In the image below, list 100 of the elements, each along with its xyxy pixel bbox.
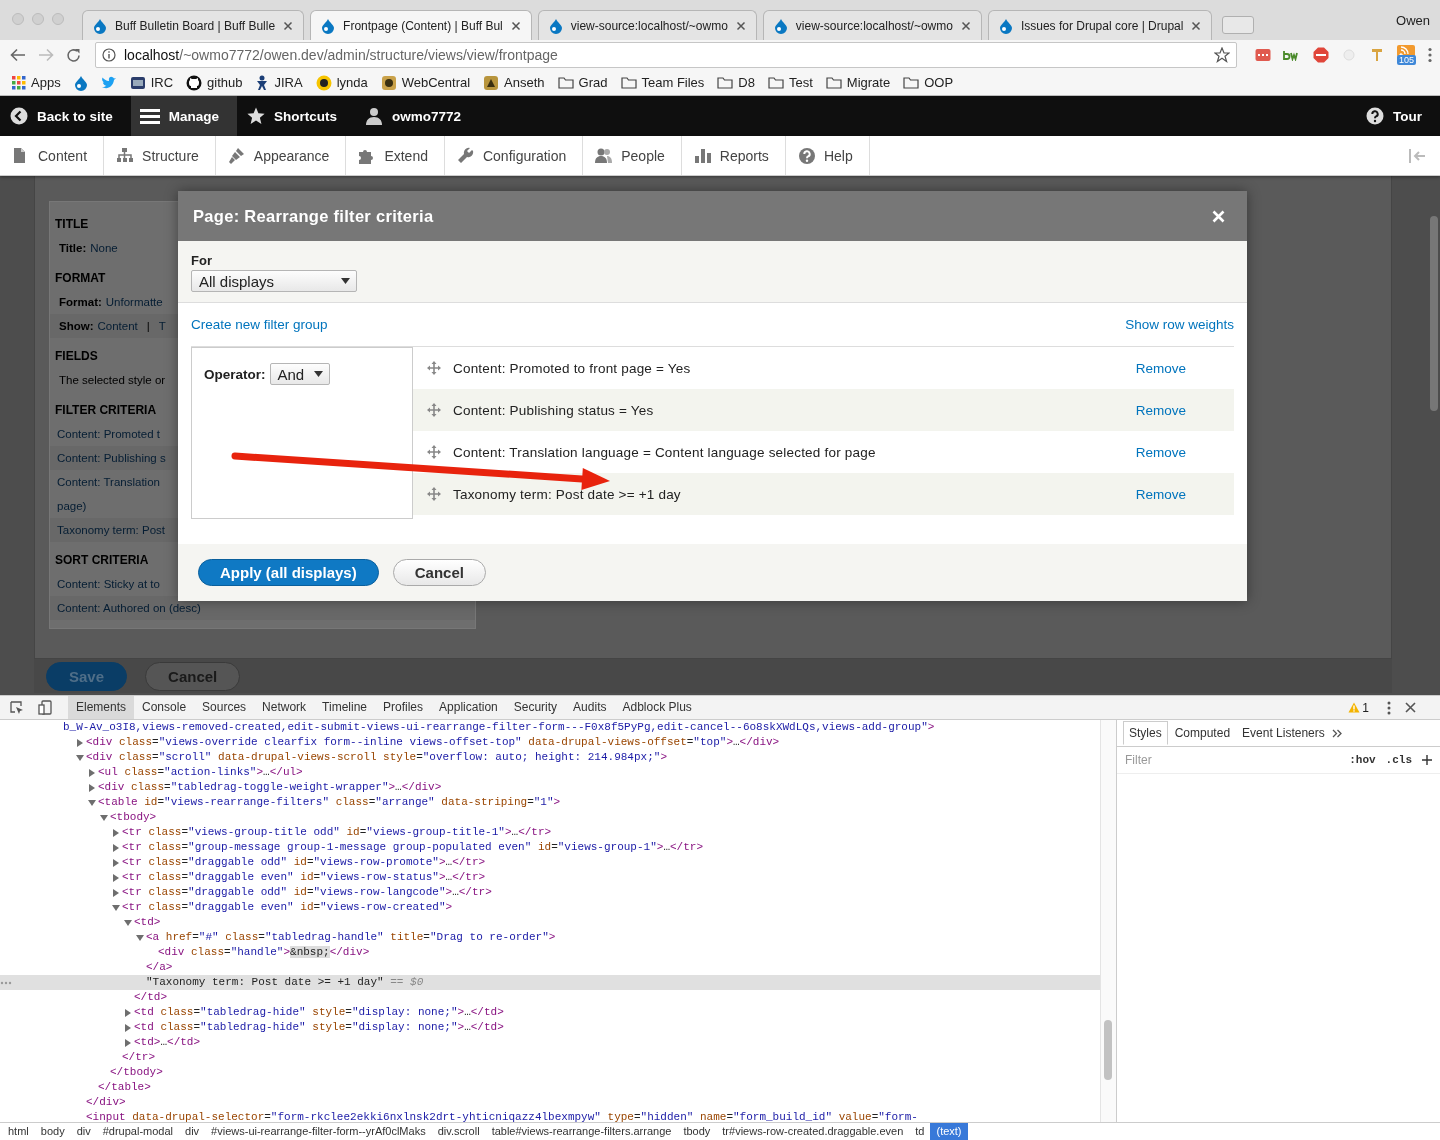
bookmark-link[interactable]: Anseth [504, 75, 545, 90]
breadcrumb-item[interactable]: td [909, 1123, 931, 1140]
dom-node-row[interactable]: <td class="tabledrag-hide" style="display: none;">…</td> [0, 1005, 1100, 1020]
menu-link[interactable]: Content [0, 136, 105, 175]
folder-icon[interactable] [557, 76, 574, 89]
browser-tab[interactable]: view-source:localhost/~owmo [537, 10, 757, 40]
dom-node-row[interactable]: </div> [0, 1095, 1100, 1110]
close-icon[interactable] [1191, 20, 1202, 31]
close-icon[interactable] [510, 20, 521, 31]
cancel-button[interactable]: Cancel [392, 559, 486, 586]
device-icon[interactable] [38, 700, 54, 715]
panel-tab[interactable]: Timeline [314, 696, 375, 719]
dom-node-row[interactable]: <td>…</td> [0, 1035, 1100, 1050]
menu-link[interactable]: Help [785, 136, 870, 175]
disclosure-triangle-icon[interactable] [76, 738, 84, 747]
bookmark-link[interactable]: Apps [31, 75, 61, 90]
breadcrumb-item[interactable]: (text) [930, 1123, 968, 1140]
bookmark-link[interactable]: IRC [150, 75, 174, 90]
bookmark-link[interactable]: Grad [578, 75, 608, 90]
panel-tab[interactable]: Security [505, 696, 566, 719]
dom-node-row[interactable]: <tr class="group-message group-1-message group-populated even" id="views-group-1">…</tr> [0, 840, 1100, 855]
badge-icon[interactable] [129, 75, 146, 90]
disclosure-triangle-icon[interactable] [112, 873, 120, 882]
disclosure-triangle-icon[interactable] [112, 858, 120, 867]
dom-node-row[interactable]: <tr class="draggable odd" id="views-row-promote">…</tr> [0, 855, 1100, 870]
bookmark-link[interactable]: Team Files [641, 75, 705, 90]
dom-node-row[interactable]: </tr> [0, 1050, 1100, 1065]
dom-node-row[interactable]: </tbody> [0, 1065, 1100, 1080]
drop-icon[interactable] [73, 74, 88, 91]
breadcrumb-item[interactable]: div [70, 1123, 97, 1140]
disclosure-triangle-icon[interactable] [112, 903, 120, 912]
warning-count[interactable]: 1 [1362, 700, 1369, 715]
close-icon[interactable] [960, 20, 971, 31]
extension-icon[interactable] [1254, 47, 1271, 63]
dom-node-row[interactable]: <div class="scroll" data-drupal-views-scroll style="overflow: auto; height: 214.984px;"> [0, 750, 1100, 765]
drag-handle-icon[interactable] [427, 487, 441, 501]
disclosure-triangle-icon[interactable] [124, 1008, 132, 1017]
badge-icon[interactable] [380, 74, 397, 91]
dom-node-row[interactable]: </td> [0, 990, 1100, 1005]
dom-node-row[interactable]: b_W-Av_o3I8,views-removed-created,edit-submit-views-ui-rearrange-filter-form---F0x8f5PyPg,edit-cancel--6o8skXWdLQs,views-add-group"> [0, 720, 1100, 735]
dom-node-row[interactable]: <tr class="draggable even" id="views-row-created"> [0, 900, 1100, 915]
close-icon[interactable] [735, 20, 746, 31]
panel-tab[interactable]: Sources [194, 696, 255, 719]
folder-icon[interactable] [620, 76, 637, 89]
panel-tab[interactable]: Adblock Plus [614, 696, 700, 719]
drag-handle-icon[interactable] [427, 361, 441, 375]
browser-tab[interactable]: Buff Bulletin Board | Buff Bulle [82, 10, 305, 40]
remove-link[interactable]: Remove [1135, 360, 1186, 376]
browser-tab[interactable]: Frontpage (Content) | Buff Bul [310, 10, 532, 40]
bookmark-link[interactable]: Migrate [846, 75, 891, 90]
create-group-link[interactable]: Create new filter group [191, 317, 328, 332]
dom-node-row[interactable]: <table id="views-rearrange-filters" class="arrange" data-striping="1"> [0, 795, 1100, 810]
disclosure-triangle-icon[interactable] [88, 798, 96, 807]
disclosure-triangle-icon[interactable] [88, 768, 96, 777]
bookmark-link[interactable]: lynda [336, 75, 368, 90]
folder-icon[interactable] [903, 76, 920, 89]
panel-tab[interactable]: Styles [1123, 721, 1168, 745]
breadcrumb-item[interactable]: div [179, 1123, 206, 1140]
browser-tab[interactable]: Issues for Drupal core | Drupal [987, 10, 1213, 40]
disclosure-triangle-icon[interactable] [112, 843, 120, 852]
dom-node-row[interactable]: <div class="views-override clearfix form--inline views-offset-top" data-drupal-views-offset="top">…</div> [0, 735, 1100, 750]
breadcrumb-item[interactable]: body [34, 1123, 71, 1140]
dom-node-row[interactable]: <ul class="action-links">…</ul> [0, 765, 1100, 780]
menu-link[interactable]: People [583, 136, 682, 175]
grid-icon[interactable] [12, 75, 26, 90]
disclosure-triangle-icon[interactable] [88, 783, 96, 792]
breadcrumb-item[interactable]: tr#views-row-created.draggable.even [716, 1123, 910, 1140]
panel-tab[interactable]: Profiles [375, 696, 432, 719]
scrollbar[interactable] [1430, 216, 1438, 411]
folder-icon[interactable] [825, 76, 842, 89]
dom-node-row[interactable]: <tr class="draggable odd" id="views-row-langcode">…</tr> [0, 885, 1100, 900]
menu-icon[interactable] [1428, 47, 1432, 63]
inspect-icon[interactable] [10, 700, 24, 715]
back-icon[interactable] [10, 48, 26, 62]
bookmark-link[interactable]: JIRA [274, 75, 303, 90]
dom-node-row[interactable]: <td> [0, 915, 1100, 930]
toolbar-tab[interactable]: Manage [130, 96, 238, 136]
dom-node-row[interactable]: <a href="#" class="tabledrag-handle" title="Drag to re-order"> [0, 930, 1100, 945]
plus-icon[interactable] [1422, 755, 1432, 765]
toolbar-tab[interactable]: owmo7772 [355, 96, 480, 136]
disclosure-triangle-icon[interactable] [124, 1023, 132, 1032]
dom-node-row[interactable]: <tr class="draggable even" id="views-row-status">…</tr> [0, 870, 1100, 885]
row-weights-link[interactable]: Show row weights [1125, 317, 1234, 332]
panel-tab[interactable]: Application [431, 696, 506, 719]
disclosure-triangle-icon[interactable] [136, 933, 144, 942]
dom-node-row[interactable]: <tbody> [0, 810, 1100, 825]
dom-node-row[interactable]: </table> [0, 1080, 1100, 1095]
breadcrumb-item[interactable]: div.scroll [431, 1123, 486, 1140]
menu-link[interactable]: Reports [681, 136, 786, 175]
bookmark-link[interactable]: OOP [924, 75, 954, 90]
menu-link[interactable]: Structure [104, 136, 216, 175]
tour-button[interactable]: Tour [1356, 96, 1440, 136]
apply-button[interactable]: Apply (all displays) [198, 559, 379, 586]
disclosure-triangle-icon[interactable] [112, 888, 120, 897]
address-bar[interactable]: localhost/~owmo7772/owen.dev/admin/structure/views/view/frontpage [95, 42, 1237, 68]
folder-icon[interactable] [717, 76, 734, 89]
bookmark-link[interactable]: github [207, 75, 243, 90]
disclosure-triangle-icon[interactable] [124, 918, 132, 927]
menu-link[interactable]: Extend [346, 136, 445, 175]
star-icon[interactable] [1213, 47, 1230, 63]
